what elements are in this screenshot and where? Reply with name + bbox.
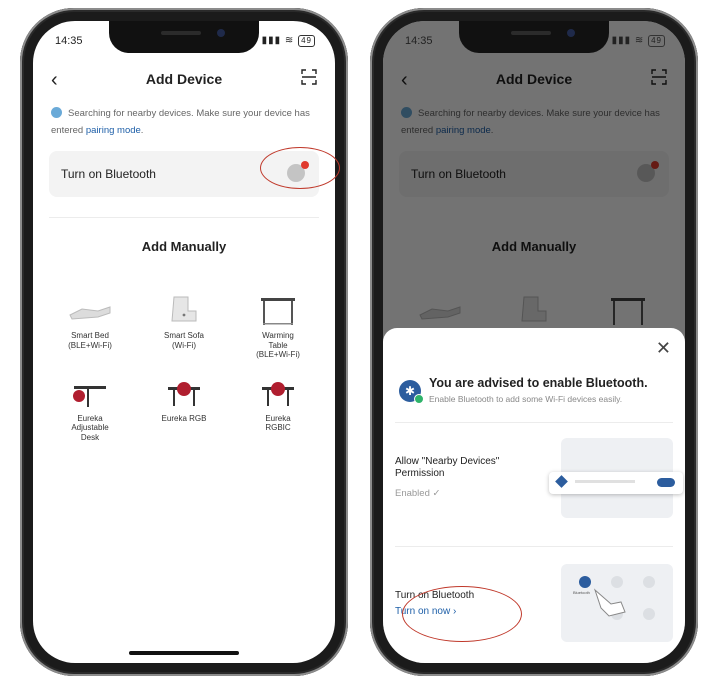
divider xyxy=(395,546,673,547)
divider xyxy=(395,422,673,423)
permission-status: Enabled ✓ xyxy=(395,488,441,499)
smart-bed-icon xyxy=(69,306,111,320)
desk-icon xyxy=(73,385,106,407)
status-bar: 14:35 ▮▮▮ ≋ 49 xyxy=(33,33,335,53)
scan-icon[interactable] xyxy=(301,69,317,85)
signal-icon: ▮▮▮ ≋ 49 xyxy=(262,35,315,47)
battery-icon: 49 xyxy=(648,35,665,47)
check-dot-icon xyxy=(414,394,424,404)
screen-right: 14:35 ▮▮▮ ≋ 49 ‹ Add Device Searching fo… xyxy=(383,21,685,663)
smart-sofa-icon xyxy=(171,296,197,322)
device-smart-sofa[interactable]: Smart Sofa (Wi-Fi) xyxy=(137,289,231,360)
warming-table-icon xyxy=(261,298,295,325)
signal-icon: ▮▮▮ ≋ 49 xyxy=(612,35,665,47)
status-time: 14:35 xyxy=(55,35,83,47)
toggle-on-icon xyxy=(657,478,675,487)
nearby-devices-icon xyxy=(555,475,568,488)
device-grid: Smart Bed (BLE+Wi-Fi) Smart Sofa (Wi-Fi)… xyxy=(43,289,325,442)
highlight-oval xyxy=(260,147,340,189)
screen-left: 14:35 ▮▮▮ ≋ 49 ‹ Add Device Searching fo… xyxy=(33,21,335,663)
status-time: 14:35 xyxy=(405,35,433,47)
battery-icon: 49 xyxy=(298,35,315,47)
nav-bar: ‹ Add Device xyxy=(33,65,335,95)
device-eureka-rgb[interactable]: Eureka RGB xyxy=(137,372,231,443)
search-notice: Searching for nearby devices. Make sure … xyxy=(51,107,310,136)
hand-pointer-icon xyxy=(593,588,626,617)
add-manually-title: Add Manually xyxy=(141,239,227,254)
page-title: Add Device xyxy=(145,71,223,87)
permission-toggle-card xyxy=(549,472,683,494)
bluetooth-tile-label: Bluetooth xyxy=(573,590,590,595)
close-icon[interactable]: ✕ xyxy=(656,338,671,359)
phone-right: 14:35 ▮▮▮ ≋ 49 ‹ Add Device Searching fo… xyxy=(370,8,698,676)
status-bar: 14:35 ▮▮▮ ≋ 49 xyxy=(383,33,685,53)
bluetooth-tile-icon xyxy=(579,576,591,588)
highlight-oval xyxy=(402,586,522,642)
loading-spinner-icon xyxy=(51,107,62,118)
device-warming-table[interactable]: Warming Table (BLE+Wi-Fi) xyxy=(231,289,325,360)
rgb-desk-icon xyxy=(168,381,200,406)
pairing-mode-link[interactable]: pairing mode xyxy=(86,125,141,136)
permission-label: Allow "Nearby Devices" Permission xyxy=(395,456,500,479)
bluetooth-row-label: Turn on Bluetooth xyxy=(61,167,156,181)
rgbic-desk-icon xyxy=(262,381,294,406)
bluetooth-illustration: Bluetooth xyxy=(561,564,673,642)
device-smart-bed[interactable]: Smart Bed (BLE+Wi-Fi) xyxy=(43,289,137,360)
device-eureka-desk[interactable]: Eureka Adjustable Desk xyxy=(43,372,137,443)
sheet-title: You are advised to enable Bluetooth. xyxy=(429,376,648,390)
device-eureka-rgbic[interactable]: Eureka RGBIC xyxy=(231,372,325,443)
phone-left: 14:35 ▮▮▮ ≋ 49 ‹ Add Device Searching fo… xyxy=(20,8,348,676)
permission-illustration xyxy=(549,438,683,518)
home-indicator xyxy=(129,651,239,655)
divider xyxy=(49,217,319,218)
sheet-subtitle: Enable Bluetooth to add some Wi-Fi devic… xyxy=(429,394,623,404)
